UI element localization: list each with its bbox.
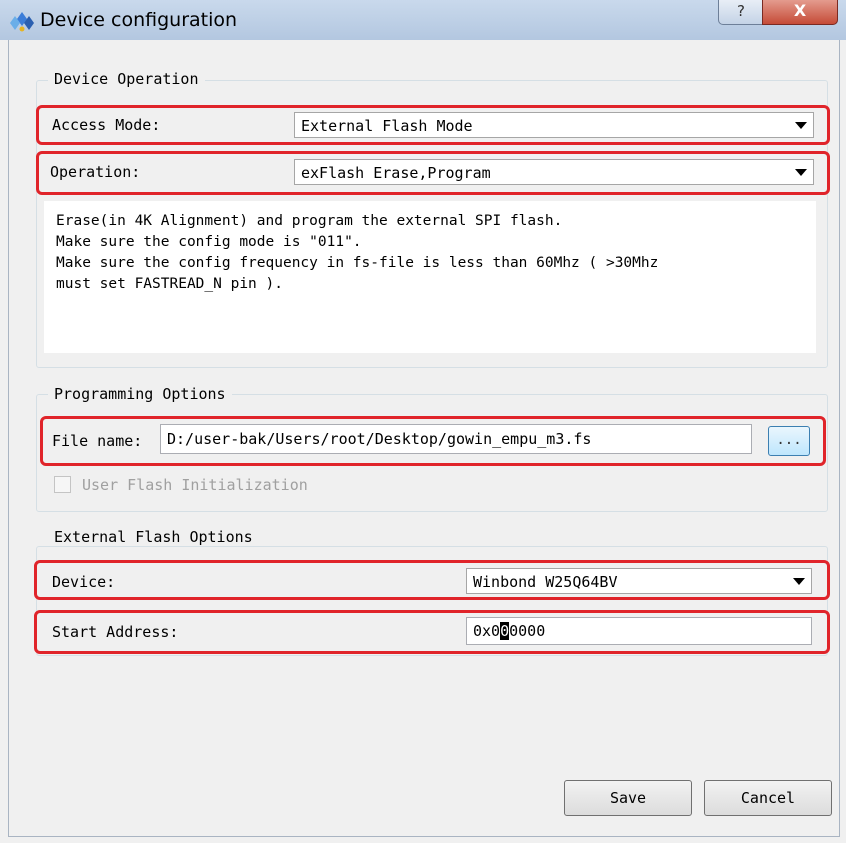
gowin-logo-icon (10, 12, 34, 32)
programming-options-title: Programming Options (48, 385, 232, 403)
chevron-down-icon (795, 169, 807, 176)
start-address-label: Start Address: (52, 623, 179, 641)
external-flash-options-title: External Flash Options (48, 528, 259, 546)
window-title: Device configuration (40, 9, 238, 31)
operation-value: exFlash Erase,Program (301, 164, 491, 182)
user-flash-init-checkbox[interactable] (54, 476, 71, 493)
start-address-input[interactable]: 0x000000 (466, 617, 812, 645)
start-address-prefix: 0x0 (473, 622, 501, 640)
operation-label: Operation: (50, 163, 141, 181)
save-button[interactable]: Save (564, 780, 692, 816)
file-name-label: File name: (52, 432, 143, 450)
start-address-suffix: 0000 (509, 622, 546, 640)
title-bar: Device configuration ? X (0, 0, 846, 40)
access-mode-select[interactable]: External Flash Mode (294, 112, 814, 138)
help-button[interactable]: ? (718, 0, 764, 25)
user-flash-init-label: User Flash Initialization (82, 476, 308, 494)
text-cursor: 0 (500, 622, 510, 640)
chevron-down-icon (793, 578, 805, 585)
device-value: Winbond W25Q64BV (473, 573, 618, 591)
operation-description: Erase(in 4K Alignment) and program the e… (44, 201, 816, 353)
device-select[interactable]: Winbond W25Q64BV (466, 568, 812, 594)
device-configuration-dialog: Device configuration ? X Device Operatio… (0, 0, 846, 843)
close-button[interactable]: X (762, 0, 838, 25)
file-name-input[interactable]: D:/user-bak/Users/root/Desktop/gowin_emp… (160, 424, 752, 454)
operation-select[interactable]: exFlash Erase,Program (294, 159, 814, 185)
file-name-value: D:/user-bak/Users/root/Desktop/gowin_emp… (167, 430, 592, 448)
chevron-down-icon (795, 122, 807, 129)
access-mode-value: External Flash Mode (301, 117, 473, 135)
access-mode-label: Access Mode: (52, 116, 161, 134)
start-address-value: 0x000000 (473, 622, 545, 640)
device-label: Device: (52, 573, 116, 591)
device-operation-title: Device Operation (48, 70, 205, 88)
cancel-button[interactable]: Cancel (704, 780, 832, 816)
browse-button[interactable]: ... (768, 426, 810, 456)
